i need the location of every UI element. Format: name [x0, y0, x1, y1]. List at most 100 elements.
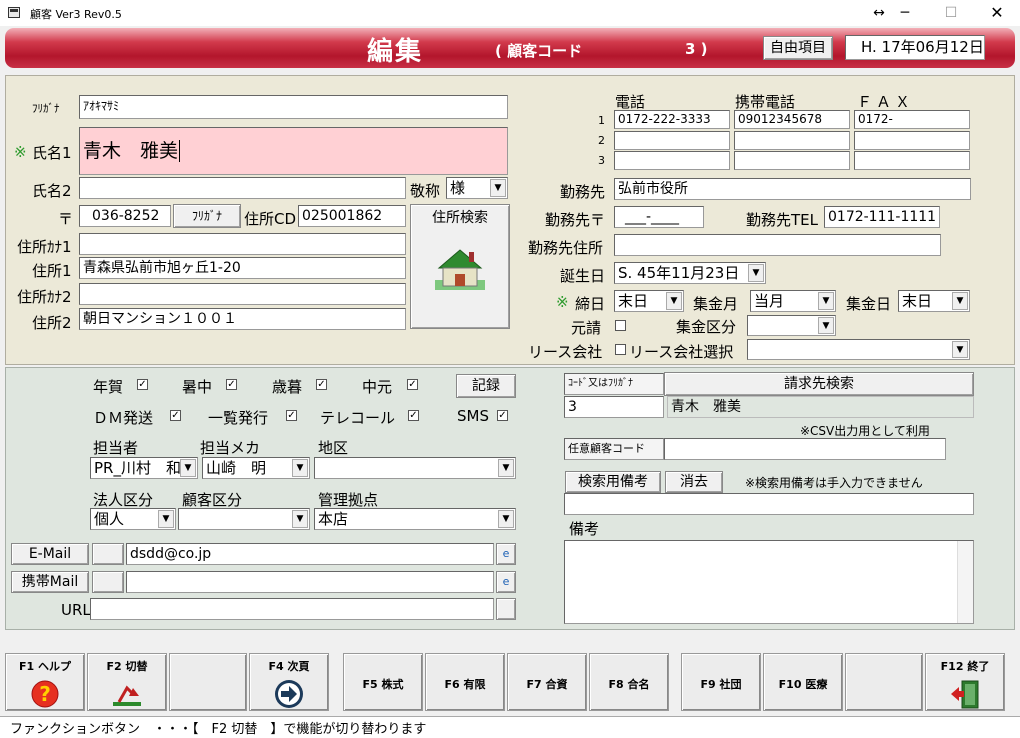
dm-checkbox[interactable]: ✓ — [170, 410, 181, 421]
fax-input[interactable]: 0172- — [854, 110, 970, 129]
closing-day-select[interactable]: 末日 ▼ — [614, 290, 684, 312]
lease-checkbox[interactable] — [615, 344, 626, 355]
billing-code-input[interactable]: 3 — [564, 396, 664, 418]
search-memo-button[interactable]: 検索用備考 — [565, 471, 661, 493]
work-address-input[interactable] — [614, 234, 941, 256]
email-type-box[interactable] — [92, 543, 124, 565]
collect-day-value: 末日 — [902, 292, 933, 310]
mobile-mail-button[interactable]: 携帯Mail — [11, 571, 89, 593]
f10-key[interactable]: F10 医療 — [763, 653, 843, 711]
minimize-button[interactable]: ─ — [882, 0, 928, 26]
employer-input[interactable]: 弘前市役所 — [614, 178, 971, 200]
f7-key[interactable]: F7 合資 — [507, 653, 587, 711]
csv-note: ※CSV出力用として利用 — [800, 424, 930, 438]
seibo-checkbox[interactable]: ✓ — [316, 379, 327, 390]
address-kana2-input[interactable] — [79, 283, 406, 305]
memo-note: ※検索用備考は手入力できません — [745, 476, 923, 490]
email-button[interactable]: E-Mail — [11, 543, 89, 565]
mobile-input[interactable]: 09012345678 — [734, 110, 850, 129]
nenga-label: 年賀 — [93, 378, 124, 396]
base-select[interactable]: 本店 ▼ — [314, 508, 516, 530]
lease-label: リース会社 — [528, 343, 603, 361]
address1-input[interactable]: 青森県弘前市旭ヶ丘1-20 — [79, 257, 406, 279]
collect-month-value: 当月 — [754, 292, 785, 310]
close-button[interactable]: ✕ — [974, 0, 1020, 26]
cust-class-select[interactable]: ▼ — [178, 508, 310, 530]
collect-class-select[interactable]: ▼ — [747, 315, 836, 336]
shochu-checkbox[interactable]: ✓ — [226, 379, 237, 390]
collect-day-select[interactable]: 末日 ▼ — [898, 290, 970, 312]
corp-class-value: 個人 — [94, 510, 125, 528]
furigana-button[interactable]: ﾌﾘｶﾞﾅ — [173, 204, 241, 228]
address2-input[interactable]: 朝日マンション１００１ — [79, 308, 406, 330]
birthday-select[interactable]: S. 45年11月23日 ▼ — [614, 262, 766, 284]
clear-button[interactable]: 消去 — [665, 471, 723, 493]
optional-code-input[interactable] — [664, 438, 946, 460]
billing-search-button[interactable]: 請求先検索 — [664, 372, 974, 396]
record-button[interactable]: 記録 — [456, 374, 516, 398]
mobile-mail-send-icon[interactable]: e — [496, 571, 516, 593]
f6-key[interactable]: F6 有限 — [425, 653, 505, 711]
f11-empty-key[interactable] — [845, 653, 923, 711]
address-cd-input[interactable]: 025001862 — [298, 205, 406, 227]
address-search-button[interactable]: 住所検索 — [410, 204, 510, 329]
phone-row-num: 3 — [598, 154, 605, 167]
mobile-input[interactable] — [734, 151, 850, 170]
remarks-textarea[interactable] — [564, 540, 974, 624]
email-send-icon[interactable]: e — [496, 543, 516, 565]
area-select[interactable]: ▼ — [314, 457, 516, 479]
address-kana1-input[interactable] — [79, 233, 406, 255]
f8-key[interactable]: F8 合名 — [589, 653, 669, 711]
f3-empty-key[interactable] — [169, 653, 247, 711]
f5-key[interactable]: F5 株式 — [343, 653, 423, 711]
free-item-button[interactable]: 自由項目 — [763, 36, 833, 60]
name1-input[interactable]: 青木 雅美 — [79, 127, 508, 175]
maker-select[interactable]: 山崎 明 ▼ — [202, 457, 310, 479]
name2-input[interactable] — [79, 177, 406, 199]
phone-input[interactable]: 0172-222-3333 — [614, 110, 730, 129]
f1-help-key[interactable]: F1 ヘルプ ? — [5, 653, 85, 711]
phone-row-num: 1 — [598, 114, 605, 127]
next-page-icon — [275, 680, 303, 708]
remarks-label: 備考 — [569, 520, 600, 538]
nenga-checkbox[interactable]: ✓ — [137, 379, 148, 390]
phone-header: 電話 — [615, 93, 646, 111]
f2-switch-key[interactable]: F2 切替 — [87, 653, 167, 711]
corp-class-select[interactable]: 個人 ▼ — [90, 508, 176, 530]
svg-text:?: ? — [39, 682, 51, 706]
date-field[interactable]: H. 17年06月12日 — [845, 35, 985, 60]
status-bar: ファンクションボタン ・・・【 F2 切替 】で機能が切り替わります — [0, 716, 1020, 738]
collect-month-select[interactable]: 当月 ▼ — [750, 290, 836, 312]
customer-code-label: ( 顧客コード — [495, 42, 583, 60]
chugen-checkbox[interactable]: ✓ — [407, 379, 418, 390]
url-input[interactable] — [90, 598, 494, 620]
list-issue-checkbox[interactable]: ✓ — [286, 410, 297, 421]
work-tel-input[interactable]: 0172-111-1111 — [824, 206, 940, 228]
mobile-mail-type-box[interactable] — [92, 571, 124, 593]
remarks-scrollbar[interactable] — [957, 541, 973, 623]
staff-select[interactable]: PR_川村 和 ▼ — [90, 457, 198, 479]
phone-input[interactable] — [614, 131, 730, 150]
f9-key[interactable]: F9 社団 — [681, 653, 761, 711]
mobile-input[interactable] — [734, 131, 850, 150]
fax-input[interactable] — [854, 131, 970, 150]
address1-label: 住所1 — [32, 262, 72, 280]
mobile-mail-input[interactable] — [126, 571, 494, 593]
postal-input[interactable]: 036-8252 — [79, 205, 171, 227]
chevron-down-icon: ▼ — [498, 459, 514, 477]
sms-checkbox[interactable]: ✓ — [497, 410, 508, 421]
fax-input[interactable] — [854, 151, 970, 170]
telecall-checkbox[interactable]: ✓ — [408, 410, 419, 421]
guarantor-checkbox[interactable] — [615, 320, 626, 331]
lease-select[interactable]: ▼ — [747, 339, 970, 360]
email-input[interactable]: dsdd@co.jp — [126, 543, 494, 565]
maximize-button[interactable]: ☐ — [928, 0, 974, 26]
furigana-input[interactable]: ｱｵｷﾏｻﾐ — [79, 95, 508, 119]
f4-next-page-key[interactable]: F4 次頁 — [249, 653, 329, 711]
phone-input[interactable] — [614, 151, 730, 170]
url-open-button[interactable] — [496, 598, 516, 620]
f12-exit-key[interactable]: F12 終了 — [925, 653, 1005, 711]
postal-label: 〒 — [58, 210, 74, 228]
honorific-select[interactable]: 様 ▼ — [446, 177, 508, 199]
work-postal-input[interactable]: ___-____ — [614, 206, 704, 228]
